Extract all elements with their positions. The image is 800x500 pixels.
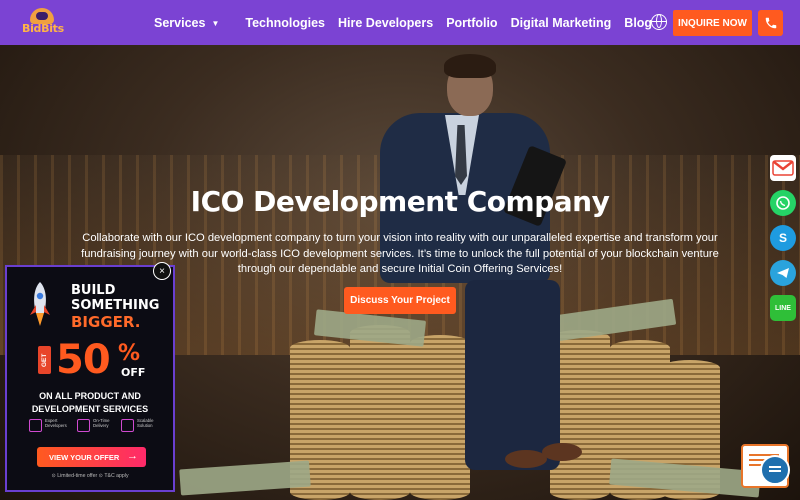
close-icon[interactable]: ×: [153, 262, 171, 280]
phone-icon: [765, 17, 776, 29]
promo-popup: BUILD SOMETHING BIGGER. GET 50 % OFF ON …: [5, 265, 175, 492]
promo-headline-line3: BIGGER.: [71, 313, 141, 331]
bidbits-logo[interactable]: BidBits: [20, 6, 68, 38]
caret-down-icon: ▼: [211, 18, 220, 28]
nav-item-technologies[interactable]: Technologies: [245, 16, 325, 30]
main-nav: Services ▼ Technologies Hire Developers P…: [154, 0, 665, 45]
inquire-now-button[interactable]: INQUIRE NOW: [673, 10, 752, 36]
nav-item-blog[interactable]: Blog: [624, 16, 652, 30]
hero-title: ICO Development Company: [190, 185, 610, 218]
view-offer-button[interactable]: VIEW YOUR OFFER →: [37, 447, 146, 467]
off-label: OFF: [121, 366, 146, 379]
feature-expert-developers: Expert Developers: [29, 417, 75, 435]
nav-item-label: Services: [154, 15, 206, 30]
get-badge: GET: [38, 346, 51, 374]
arrow-right-icon: →: [127, 450, 138, 462]
feature-scalable-solution: Scalable Solution: [121, 417, 167, 435]
skype-icon[interactable]: S: [770, 225, 796, 251]
nav-item-portfolio[interactable]: Portfolio: [446, 16, 497, 30]
feature-label: Scalable Solution: [137, 418, 154, 429]
feature-label: Expert Developers: [45, 418, 67, 429]
nav-item-hire-developers[interactable]: Hire Developers: [338, 16, 433, 30]
clock-icon: [77, 419, 90, 432]
chat-bubble-icon[interactable]: [760, 455, 790, 485]
telegram-icon[interactable]: [770, 260, 796, 286]
promo-headline-line2: SOMETHING: [71, 298, 160, 313]
nav-item-digital-marketing[interactable]: Digital Marketing: [511, 16, 612, 30]
top-navigation-bar: BidBits Services ▼ Technologies Hire Deve…: [0, 0, 800, 45]
promo-subtitle: ON ALL PRODUCT AND DEVELOPMENT SERVICES: [31, 391, 149, 414]
rocket-icon: [30, 282, 50, 326]
percent-sign: %: [118, 341, 141, 366]
scale-icon: [121, 419, 134, 432]
view-offer-label: VIEW YOUR OFFER: [49, 452, 120, 462]
promo-headline-line1: BUILD: [71, 283, 116, 298]
nav-item-services[interactable]: Services ▼: [154, 16, 219, 30]
promo-footer-note: ⊙ Limited-time offer ⊙ T&C apply: [51, 473, 129, 479]
whatsapp-icon[interactable]: [770, 190, 796, 216]
logo-text: BidBits: [22, 22, 64, 35]
line-icon[interactable]: LINE: [770, 295, 796, 321]
phone-button[interactable]: [758, 10, 783, 36]
code-icon: [29, 419, 42, 432]
discuss-project-button[interactable]: Discuss Your Project: [344, 287, 456, 314]
feature-on-time-delivery: On-Time Delivery: [77, 417, 123, 435]
globe-icon[interactable]: [651, 14, 667, 30]
gmail-icon[interactable]: [770, 155, 796, 181]
discount-number: 50: [56, 337, 111, 383]
